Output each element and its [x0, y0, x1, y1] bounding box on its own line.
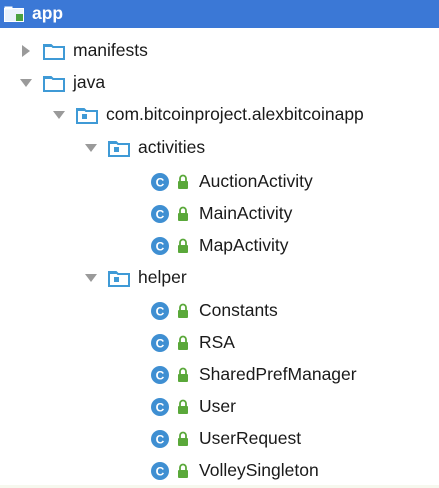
- tree-node-class-label: AuctionActivity: [199, 170, 313, 191]
- chevron-down-icon[interactable]: [84, 141, 98, 155]
- package-icon: [108, 139, 130, 157]
- tree-node-package-root[interactable]: com.bitcoinproject.alexbitcoinapp: [0, 99, 439, 130]
- svg-text:C: C: [156, 207, 165, 221]
- package-icon: [108, 269, 130, 287]
- lock-icon: [176, 463, 190, 479]
- folder-icon: [43, 42, 65, 60]
- tree-node-class-label: User: [199, 395, 236, 416]
- lock-icon: [176, 303, 190, 319]
- svg-text:C: C: [156, 175, 165, 189]
- tree-node-class-label: RSA: [199, 331, 235, 352]
- tree-node-manifests[interactable]: manifests: [0, 35, 439, 66]
- class-icon: C: [150, 397, 170, 417]
- chevron-right-icon[interactable]: [19, 44, 33, 58]
- tree-node-java[interactable]: java: [0, 67, 439, 98]
- tree-node-class[interactable]: C RSA: [0, 327, 439, 358]
- chevron-down-icon[interactable]: [19, 76, 33, 90]
- svg-text:C: C: [156, 464, 165, 478]
- lock-icon: [176, 206, 190, 222]
- svg-text:C: C: [156, 239, 165, 253]
- tree-node-class[interactable]: C MapActivity: [0, 230, 439, 261]
- tree-node-class-label: Constants: [199, 299, 278, 320]
- tree-node-class[interactable]: C User: [0, 391, 439, 422]
- tree-node-class[interactable]: C VolleySingleton: [0, 455, 439, 486]
- lock-icon: [176, 399, 190, 415]
- tree-node-class[interactable]: C MainActivity: [0, 198, 439, 229]
- tree-node-java-label: java: [73, 71, 106, 92]
- tree-node-class-label: SharedPrefManager: [199, 363, 357, 384]
- tree-node-class-label: MapActivity: [199, 234, 289, 255]
- tree-node-class[interactable]: C SharedPrefManager: [0, 359, 439, 390]
- svg-text:C: C: [156, 304, 165, 318]
- tree-node-class-label: UserRequest: [199, 427, 302, 448]
- svg-text:C: C: [156, 336, 165, 350]
- class-icon: C: [150, 172, 170, 192]
- chevron-down-icon[interactable]: [84, 271, 98, 285]
- tree-node-app[interactable]: app: [0, 0, 439, 28]
- lock-icon: [176, 431, 190, 447]
- tree-node-helper[interactable]: helper: [0, 262, 439, 293]
- tree-node-class-label: MainActivity: [199, 202, 293, 223]
- lock-icon: [176, 238, 190, 254]
- class-icon: C: [150, 461, 170, 481]
- tree-node-helper-label: helper: [138, 266, 187, 287]
- tree-node-package-root-label: com.bitcoinproject.alexbitcoinapp: [106, 103, 364, 124]
- class-icon: C: [150, 429, 170, 449]
- class-icon: C: [150, 301, 170, 321]
- folder-icon: [43, 74, 65, 92]
- project-tree: app manifests java com.bitcoinproject.al…: [0, 0, 439, 488]
- tree-node-activities[interactable]: activities: [0, 132, 439, 163]
- lock-icon: [176, 367, 190, 383]
- tree-node-class[interactable]: C AuctionActivity: [0, 166, 439, 197]
- package-icon: [76, 106, 98, 124]
- tree-node-manifests-label: manifests: [73, 39, 148, 60]
- tree-node-class-label: VolleySingleton: [199, 459, 319, 480]
- chevron-down-icon[interactable]: [52, 108, 66, 122]
- lock-icon: [176, 335, 190, 351]
- tree-node-class[interactable]: C UserRequest: [0, 423, 439, 454]
- tree-node-activities-label: activities: [138, 136, 206, 157]
- class-icon: C: [150, 333, 170, 353]
- lock-icon: [176, 174, 190, 190]
- svg-text:C: C: [156, 400, 165, 414]
- class-icon: C: [150, 236, 170, 256]
- tree-node-app-label: app: [32, 3, 64, 24]
- svg-text:C: C: [156, 368, 165, 382]
- module-folder-icon: [4, 6, 24, 22]
- class-icon: C: [150, 204, 170, 224]
- class-icon: C: [150, 365, 170, 385]
- svg-text:C: C: [156, 432, 165, 446]
- tree-node-class[interactable]: C Constants: [0, 295, 439, 326]
